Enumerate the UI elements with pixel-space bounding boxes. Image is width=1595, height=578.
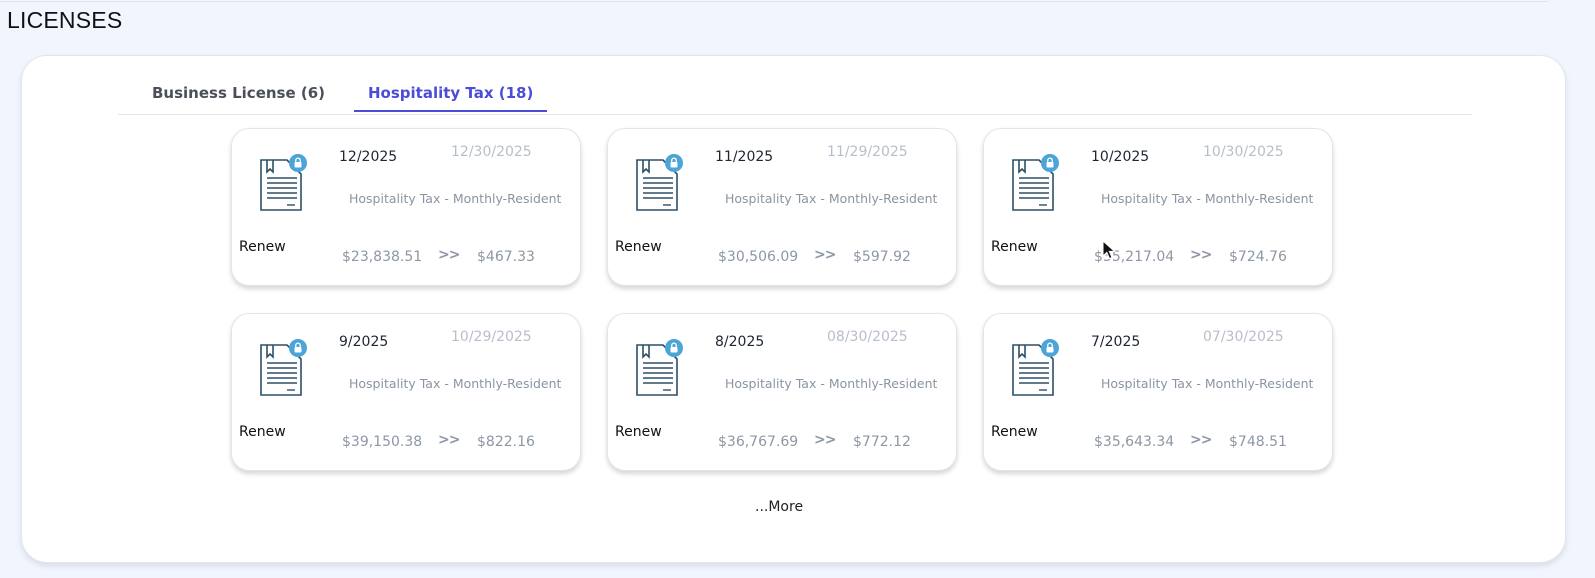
lock-icon [665,154,683,172]
license-due-date: 10/30/2025 [1203,144,1284,160]
license-type: Hospitality Tax - Monthly-Resident [349,376,562,391]
license-type: Hospitality Tax - Monthly-Resident [349,191,562,206]
double-chevron-icon: >> [438,247,460,263]
more-link[interactable]: ...More [755,499,803,515]
tax-amount: $822.16 [477,434,535,450]
license-card[interactable]: 11/2025 11/29/2025 Hospitality Tax - Mon… [607,128,957,286]
license-card[interactable]: 10/2025 10/30/2025 Hospitality Tax - Mon… [983,128,1333,286]
license-due-date: 10/29/2025 [451,329,532,345]
license-period: 11/2025 [715,149,774,165]
double-chevron-icon: >> [1190,247,1212,263]
license-type: Hospitality Tax - Monthly-Resident [725,191,938,206]
gross-amount: $23,838.51 [342,249,423,265]
license-card[interactable]: 12/2025 12/30/2025 Hospitality Tax - Mon… [231,128,581,286]
tax-amount: $772.12 [853,434,911,450]
license-due-date: 08/30/2025 [827,329,908,345]
license-type: Hospitality Tax - Monthly-Resident [725,376,938,391]
renew-button[interactable]: Renew [615,424,662,440]
license-due-date: 12/30/2025 [451,144,532,160]
double-chevron-icon: >> [438,432,460,448]
license-card[interactable]: 8/2025 08/30/2025 Hospitality Tax - Mont… [607,313,957,471]
double-chevron-icon: >> [1190,432,1212,448]
license-card[interactable]: 9/2025 10/29/2025 Hospitality Tax - Mont… [231,313,581,471]
tab-business-license[interactable]: Business License (6) [152,84,325,102]
renew-button[interactable]: Renew [239,424,286,440]
lock-icon [289,154,307,172]
tax-amount: $748.51 [1229,434,1287,450]
license-period: 8/2025 [715,334,765,350]
mouse-cursor-icon [1102,240,1116,260]
top-divider [0,1,1548,2]
lock-icon [1041,154,1059,172]
gross-amount: $30,506.09 [718,249,799,265]
licenses-panel: Business License (6) Hospitality Tax (18… [21,55,1566,563]
lock-icon [289,339,307,357]
license-type: Hospitality Tax - Monthly-Resident [1101,191,1314,206]
renew-button[interactable]: Renew [991,424,1038,440]
license-period: 10/2025 [1091,149,1150,165]
gross-amount: $35,643.34 [1094,434,1175,450]
tax-amount: $724.76 [1229,249,1287,265]
tab-hospitality-tax[interactable]: Hospitality Tax (18) [354,78,548,112]
license-due-date: 11/29/2025 [827,144,908,160]
lock-icon [1041,339,1059,357]
license-period: 7/2025 [1091,334,1141,350]
renew-button[interactable]: Renew [991,239,1038,255]
double-chevron-icon: >> [814,432,836,448]
gross-amount: $36,767.69 [718,434,799,450]
renew-button[interactable]: Renew [239,239,286,255]
gross-amount: $39,150.38 [342,434,423,450]
tax-amount: $467.33 [477,249,535,265]
double-chevron-icon: >> [814,247,836,263]
license-card[interactable]: 7/2025 07/30/2025 Hospitality Tax - Mont… [983,313,1333,471]
license-type: Hospitality Tax - Monthly-Resident [1101,376,1314,391]
license-tabs: Business License (6) Hospitality Tax (18… [118,78,1472,115]
page-title: LICENSES [7,7,123,33]
tax-amount: $597.92 [853,249,911,265]
license-due-date: 07/30/2025 [1203,329,1284,345]
license-period: 9/2025 [339,334,389,350]
license-period: 12/2025 [339,149,398,165]
renew-button[interactable]: Renew [615,239,662,255]
lock-icon [665,339,683,357]
